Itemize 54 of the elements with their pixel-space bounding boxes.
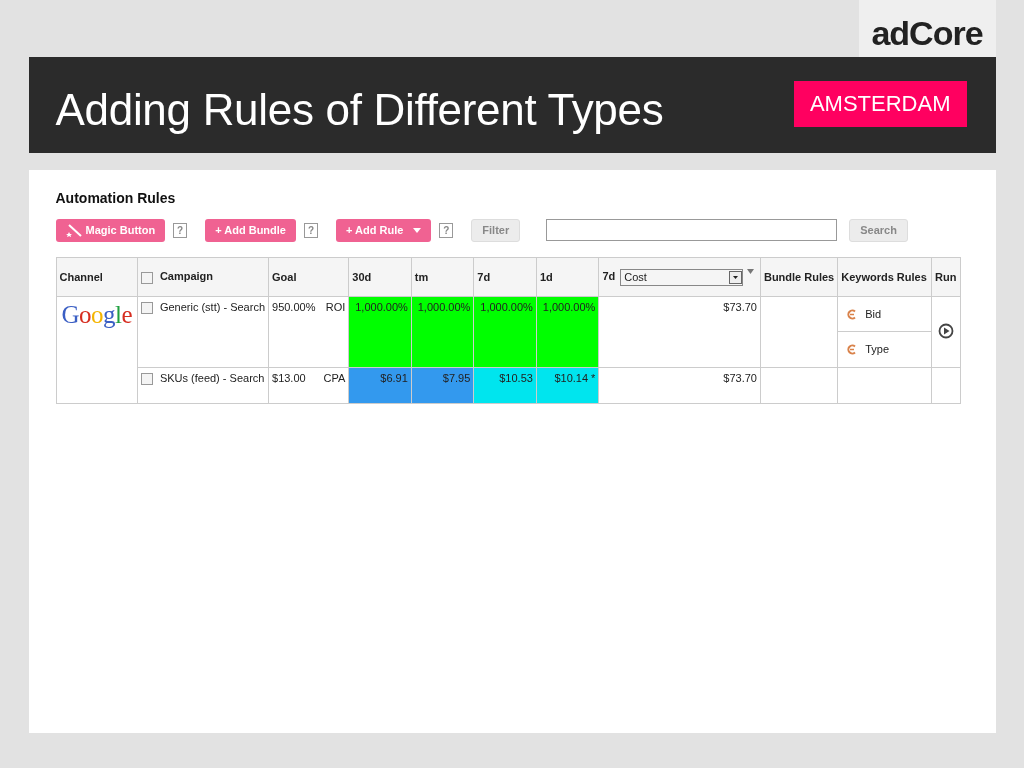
metric-cell: 1,000.00% [348, 296, 412, 368]
help-icon[interactable]: ? [303, 222, 318, 238]
help-icon[interactable]: ? [439, 222, 454, 238]
column-header: Channel [56, 257, 138, 297]
goal-value: $13.00 [272, 372, 306, 384]
dropdown-icon [729, 270, 743, 284]
location-badge: AMSTERDAM [793, 81, 967, 127]
play-icon[interactable] [937, 323, 954, 339]
section-heading: Automation Rules [55, 190, 177, 206]
metric-cell: $10.53 [473, 367, 537, 404]
metric-cell: 1,000.00% [536, 296, 599, 368]
rule-icon [846, 308, 858, 320]
add-button[interactable]: + Add Rule [335, 218, 432, 242]
column-header: 30d [348, 257, 412, 297]
metric-cell: $6.91 [348, 367, 412, 404]
campaign-name: SKUs (feed) - Search [159, 372, 265, 384]
logo: adCore [858, 0, 996, 57]
search-button[interactable]: Search [849, 218, 908, 242]
cost-cell: $73.70 [598, 367, 761, 404]
column-header: Campaign [159, 270, 214, 283]
column-header: tm [411, 257, 474, 297]
metric-select[interactable]: Cost [620, 268, 744, 286]
column-header: Run [931, 257, 960, 297]
caret-icon [413, 227, 422, 233]
column-header: 1d [536, 257, 599, 297]
column-header: 7d [602, 269, 616, 282]
checkbox[interactable] [140, 373, 153, 386]
metric-cell: 1,000.00% [411, 296, 474, 368]
column-header: 7d [473, 257, 537, 297]
column-header: Keywords Rules [837, 257, 932, 297]
slide-title: Adding Rules of Different Types [55, 85, 664, 135]
campaign-name: Generic (stt) - Search [159, 301, 265, 313]
rule-icon [846, 343, 858, 355]
add-button[interactable]: + Add Bundle [205, 218, 296, 242]
goal-value: 950.00% [272, 301, 316, 313]
metric-cell: $7.95 [411, 367, 474, 404]
metric-cell: $10.14 * [536, 367, 599, 404]
filter-button[interactable]: Filter [471, 218, 521, 242]
column-header: Bundle Rules [760, 257, 838, 297]
cost-cell: $73.70 [598, 296, 761, 368]
sort-icon [747, 268, 755, 274]
goal-type: ROI [325, 301, 346, 313]
help-icon[interactable]: ? [173, 222, 188, 238]
keyword-rule[interactable]: Bid [865, 308, 882, 320]
channel-logo: Google [60, 301, 133, 329]
search-field[interactable] [546, 219, 838, 241]
checkbox[interactable] [140, 302, 153, 315]
wand-icon [65, 223, 82, 237]
column-header: Goal [268, 257, 349, 297]
keyword-rule[interactable]: Type [865, 343, 890, 355]
goal-type: CPA [323, 372, 346, 384]
magic-button[interactable]: Magic Button [55, 218, 166, 242]
checkbox[interactable] [140, 271, 153, 284]
metric-cell: 1,000.00% [473, 296, 537, 368]
